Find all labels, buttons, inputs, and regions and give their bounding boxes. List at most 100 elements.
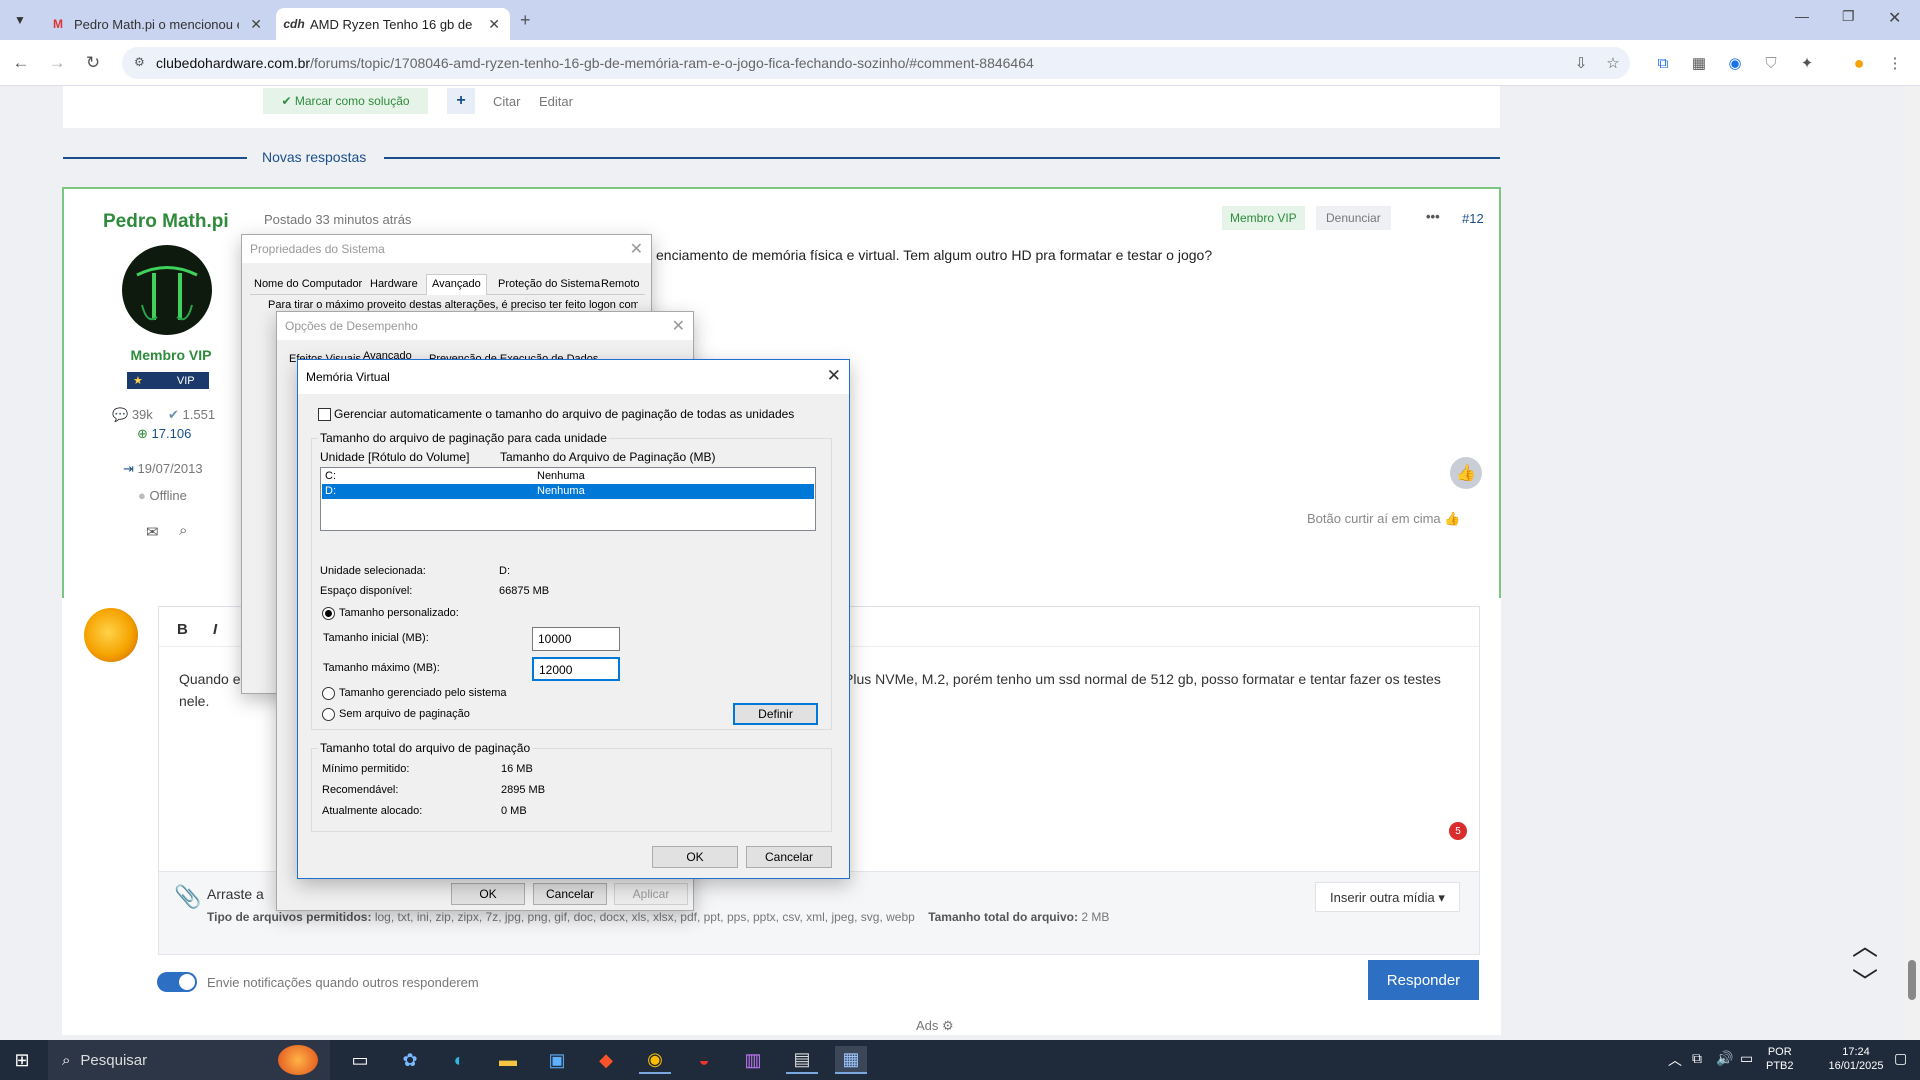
tab-hardware[interactable]: Hardware bbox=[370, 278, 418, 290]
list-item-drive-d[interactable]: D: Nenhuma bbox=[322, 484, 814, 499]
bookmark-star-icon[interactable]: ☆ bbox=[1602, 52, 1624, 74]
close-icon[interactable]: ✕ bbox=[827, 366, 841, 386]
tray-app-icon[interactable]: ⧉ bbox=[1692, 1050, 1702, 1067]
reload-icon[interactable]: ↻ bbox=[80, 50, 106, 76]
app-icon-red-blue[interactable]: ◒ bbox=[688, 1046, 720, 1074]
author-avatar[interactable] bbox=[122, 245, 212, 335]
window-title: Opções de Desempenho bbox=[285, 319, 418, 333]
author-name[interactable]: Pedro Math.pi bbox=[103, 211, 229, 233]
apply-button[interactable]: Aplicar bbox=[614, 883, 688, 905]
system-managed-radio[interactable] bbox=[322, 687, 335, 700]
language-indicator[interactable]: POR PTB2 bbox=[1766, 1045, 1794, 1073]
ads-settings-icon: ⚙ bbox=[942, 1018, 954, 1033]
app-icon-system[interactable]: ▦ bbox=[835, 1046, 867, 1074]
mark-solution-button[interactable]: ✔ Marcar como solução bbox=[263, 88, 428, 114]
search-icon[interactable]: ⌕ bbox=[179, 522, 187, 539]
extension-qr-icon[interactable]: ▦ bbox=[1688, 52, 1710, 74]
brave-icon[interactable]: ◆ bbox=[590, 1046, 622, 1074]
file-explorer-icon[interactable]: ▬ bbox=[492, 1046, 524, 1074]
notifications-icon[interactable]: ▢ bbox=[1894, 1050, 1907, 1067]
show-hidden-icons[interactable]: ︿ bbox=[1668, 1050, 1682, 1070]
tab-system-protection[interactable]: Proteção do Sistema bbox=[498, 278, 600, 290]
insert-media-button[interactable]: Inserir outra mídia ▾ bbox=[1315, 882, 1460, 912]
scroll-up-icon[interactable]: ︿ bbox=[1852, 926, 1878, 963]
more-options-icon[interactable]: ••• bbox=[1426, 209, 1440, 224]
close-icon[interactable]: ✕ bbox=[250, 16, 262, 33]
bold-button[interactable]: B bbox=[177, 621, 188, 638]
menu-kebab-icon[interactable]: ⋮ bbox=[1884, 52, 1906, 74]
page-scrollbar[interactable] bbox=[1904, 86, 1920, 1040]
close-icon[interactable]: ✕ bbox=[488, 16, 500, 33]
vip-badge: ★ VIP bbox=[127, 372, 209, 389]
site-info-icon[interactable]: ⚙ bbox=[134, 55, 145, 69]
extension-shield-icon[interactable]: ⛉ bbox=[1760, 52, 1782, 74]
set-button[interactable]: Definir bbox=[733, 703, 818, 725]
author-role: Membro VIP bbox=[130, 347, 212, 363]
custom-size-radio[interactable] bbox=[322, 607, 335, 620]
app-icon-window[interactable]: ▤ bbox=[786, 1046, 818, 1074]
check-circle-icon: ✔ bbox=[168, 407, 179, 422]
list-item-drive-c[interactable]: C: Nenhuma bbox=[322, 469, 814, 484]
extension-shazam-icon[interactable]: ◉ bbox=[1724, 52, 1746, 74]
drive-list[interactable]: C: Nenhuma D: Nenhuma bbox=[320, 467, 816, 531]
notification-badge[interactable]: 5 bbox=[1449, 822, 1467, 840]
quote-link[interactable]: Citar bbox=[493, 94, 520, 109]
italic-button[interactable]: I bbox=[213, 621, 217, 638]
volume-icon[interactable]: 🔊 bbox=[1716, 1050, 1733, 1067]
task-view-icon[interactable]: ▭ bbox=[344, 1046, 376, 1074]
cancel-button[interactable]: Cancelar bbox=[746, 846, 832, 868]
scroll-down-icon[interactable]: ﹀ bbox=[1852, 962, 1878, 999]
taskbar-search[interactable]: ⌕ Pesquisar bbox=[48, 1040, 330, 1080]
scroll-thumb[interactable] bbox=[1908, 960, 1916, 1000]
no-paging-radio[interactable] bbox=[322, 708, 335, 721]
edge-icon[interactable]: ◐ bbox=[443, 1046, 475, 1074]
start-windows-icon[interactable]: ⊞ bbox=[6, 1046, 38, 1074]
cancel-button[interactable]: Cancelar bbox=[533, 883, 607, 905]
multiquote-plus-button[interactable]: + bbox=[447, 88, 475, 114]
notify-toggle[interactable] bbox=[157, 972, 197, 992]
edit-link[interactable]: Editar bbox=[539, 94, 573, 109]
post-date: Postado 33 minutos atrás bbox=[264, 212, 412, 227]
ads-text: Ads bbox=[916, 1018, 939, 1033]
tab-advanced[interactable]: Avançado bbox=[426, 274, 487, 295]
ok-button[interactable]: OK bbox=[652, 846, 738, 868]
new-tab-icon[interactable]: + bbox=[520, 10, 531, 31]
tab-forum[interactable]: cdh AMD Ryzen Tenho 16 gb de mem ✕ bbox=[276, 8, 510, 40]
store-icon[interactable]: ▣ bbox=[541, 1046, 573, 1074]
submit-reply-button[interactable]: Responder bbox=[1368, 960, 1479, 1000]
initial-size-field[interactable]: 10000 bbox=[532, 627, 620, 651]
post-number[interactable]: #12 bbox=[1462, 211, 1484, 226]
like-button[interactable]: 👍 bbox=[1450, 457, 1482, 489]
network-icon[interactable]: ▭ bbox=[1740, 1050, 1753, 1067]
chrome-icon[interactable]: ◉ bbox=[639, 1046, 671, 1074]
copilot-icon[interactable]: ✿ bbox=[394, 1046, 426, 1074]
drive-label: C: bbox=[325, 470, 336, 482]
tab-gmail[interactable]: M Pedro Math.pi o mencionou em ✕ bbox=[40, 8, 272, 40]
window-close-icon[interactable]: ✕ bbox=[1888, 8, 1901, 28]
max-size-field[interactable]: 12000 bbox=[532, 657, 620, 681]
tab-remote[interactable]: Remoto bbox=[601, 278, 640, 290]
close-icon[interactable]: ✕ bbox=[630, 239, 643, 259]
tab-list-button[interactable]: ▼ bbox=[8, 8, 32, 32]
clock[interactable]: 17:24 16/01/2025 bbox=[1826, 1045, 1886, 1073]
back-icon[interactable]: ← bbox=[8, 50, 34, 76]
envelope-icon[interactable]: ✉ bbox=[146, 523, 159, 541]
minimize-icon[interactable]: — bbox=[1795, 8, 1809, 24]
install-app-icon[interactable]: ⇩ bbox=[1570, 52, 1592, 74]
app-icon-winrar[interactable]: ▥ bbox=[737, 1046, 769, 1074]
forward-icon[interactable]: → bbox=[44, 50, 70, 76]
extensions-puzzle-icon[interactable]: ✦ bbox=[1796, 52, 1818, 74]
window-title: Propriedades do Sistema bbox=[250, 242, 385, 256]
restore-icon[interactable]: ❐ bbox=[1842, 8, 1855, 25]
auto-manage-checkbox[interactable] bbox=[318, 408, 331, 421]
address-bar[interactable]: ⚙ clubedohardware.com.br/forums/topic/17… bbox=[122, 47, 1630, 79]
translate-icon[interactable]: ⧉ bbox=[1652, 52, 1674, 74]
report-button[interactable]: Denunciar bbox=[1316, 206, 1391, 230]
signature-text: Botão curtir aí em cima 👍 bbox=[1307, 511, 1460, 527]
profile-avatar[interactable]: ● bbox=[1848, 52, 1870, 74]
tab-computer-name[interactable]: Nome do Computador bbox=[254, 278, 362, 290]
ads-label[interactable]: Ads ⚙ bbox=[916, 1018, 954, 1034]
close-icon[interactable]: ✕ bbox=[672, 316, 685, 336]
ok-button[interactable]: OK bbox=[451, 883, 525, 905]
window-title: Memória Virtual bbox=[306, 370, 390, 384]
